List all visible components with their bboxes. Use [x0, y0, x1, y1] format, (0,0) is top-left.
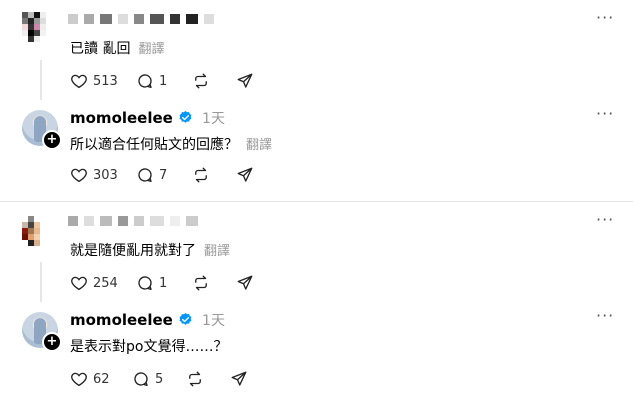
avatar[interactable] — [22, 12, 58, 48]
comment-text: 是表示對po文覺得……？ — [70, 336, 227, 356]
thread-divider — [0, 201, 633, 202]
comment-count: 5 — [155, 371, 164, 387]
username-redacted[interactable] — [68, 14, 214, 24]
comment-icon — [134, 372, 148, 387]
avatar[interactable]: + — [22, 312, 62, 352]
share-button[interactable] — [236, 166, 254, 184]
comment-count: 1 — [159, 73, 168, 89]
comment-count: 1 — [159, 275, 168, 291]
comment-body: 是表示對po文覺得……？ — [70, 339, 228, 355]
post-time: 1天 — [202, 313, 225, 329]
comment-icon — [138, 74, 152, 89]
like-button[interactable]: 62 — [70, 370, 110, 388]
repost-icon — [189, 371, 201, 387]
repost-button[interactable] — [186, 370, 204, 388]
comment-button[interactable]: 1 — [136, 72, 167, 90]
share-button[interactable] — [230, 370, 248, 388]
thread-line — [40, 60, 42, 100]
comment-icon — [138, 168, 152, 183]
like-button[interactable]: 254 — [70, 274, 118, 292]
repost-icon — [195, 275, 207, 291]
comment-body: 所以適合任何貼文的回應？ — [70, 137, 238, 153]
more-options-button[interactable]: ··· — [596, 8, 614, 27]
send-icon — [237, 73, 253, 88]
heart-icon — [71, 74, 87, 89]
heart-icon — [71, 372, 87, 387]
follow-plus-icon[interactable]: + — [42, 130, 62, 150]
more-options-button[interactable]: ··· — [596, 210, 614, 229]
avatar[interactable] — [22, 216, 58, 252]
like-count: 254 — [93, 275, 118, 291]
more-options-button[interactable]: ··· — [596, 104, 614, 123]
verified-badge-icon — [179, 312, 192, 325]
comment-button[interactable]: 7 — [136, 166, 167, 184]
translate-link[interactable]: 翻譯 — [204, 244, 230, 259]
post-header: momoleelee 1天 — [70, 310, 225, 330]
like-count: 62 — [93, 371, 110, 387]
heart-icon — [71, 168, 87, 183]
repost-button[interactable] — [192, 72, 210, 90]
thread-line — [40, 262, 42, 302]
like-count: 303 — [93, 167, 118, 183]
username[interactable]: momoleelee — [70, 109, 173, 127]
comment-body: 就是隨便亂用就對了 — [70, 243, 196, 259]
repost-icon — [195, 167, 207, 183]
comment-text: 就是隨便亂用就對了 翻譯 — [70, 240, 230, 260]
comment-text: 已讀 亂回 翻譯 — [70, 38, 164, 58]
send-icon — [237, 167, 253, 182]
follow-plus-icon[interactable]: + — [42, 332, 62, 352]
comment-body: 已讀 亂回 — [70, 41, 131, 57]
send-icon — [231, 371, 247, 386]
send-icon — [237, 275, 253, 290]
repost-icon — [195, 73, 207, 89]
translate-link[interactable]: 翻譯 — [138, 42, 164, 57]
heart-icon — [71, 276, 87, 291]
username[interactable]: momoleelee — [70, 311, 173, 329]
comment-icon — [138, 276, 152, 291]
post-header: momoleelee 1天 — [70, 108, 225, 128]
like-button[interactable]: 513 — [70, 72, 118, 90]
comment-text: 所以適合任何貼文的回應？ 翻譯 — [70, 134, 272, 154]
repost-button[interactable] — [192, 274, 210, 292]
comment-button[interactable]: 1 — [136, 274, 167, 292]
like-button[interactable]: 303 — [70, 166, 118, 184]
comment-button[interactable]: 5 — [132, 370, 163, 388]
share-button[interactable] — [236, 274, 254, 292]
like-count: 513 — [93, 73, 118, 89]
translate-link[interactable]: 翻譯 — [246, 138, 272, 153]
verified-badge-icon — [179, 110, 192, 123]
post-time: 1天 — [202, 111, 225, 127]
comment-count: 7 — [159, 167, 168, 183]
more-options-button[interactable]: ··· — [596, 306, 614, 325]
share-button[interactable] — [236, 72, 254, 90]
username-redacted[interactable] — [68, 216, 198, 226]
repost-button[interactable] — [192, 166, 210, 184]
avatar[interactable]: + — [22, 110, 62, 150]
